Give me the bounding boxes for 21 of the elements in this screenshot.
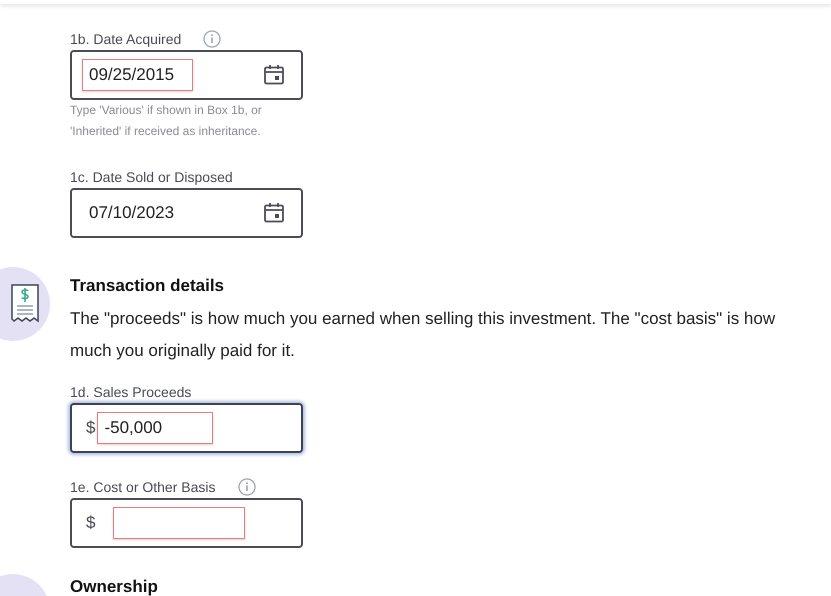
amount-field[interactable]: $ [70,498,303,548]
field-value: 07/10/2023 [89,202,174,224]
section-heading: Transaction details [70,275,225,297]
field-label: 1d. Sales Proceeds [70,382,192,402]
field-label: 1e. Cost or Other Basis [70,478,216,496]
section-heading: Ownership [70,576,158,596]
currency-symbol: $ [86,417,96,440]
field-label: 1c. Date Sold or Disposed [70,168,233,187]
currency-symbol: $ [86,512,96,534]
helper-text: Type 'Various' if shown in Box 1b, or [70,102,263,119]
field-value: 09/25/2015 [89,64,174,86]
field-label: 1b. Date Acquired [70,30,182,49]
calendar-icon[interactable] [263,64,285,86]
date-field[interactable]: 09/25/2015 [70,50,303,100]
receipt-icon [10,283,40,325]
section-description: The "proceeds" is how much you earned when selling this investment. The "cost basis" is how much you originally paid for it. [70,308,776,362]
amount-field[interactable]: $ -50,000 [70,403,303,453]
field-value: -50,000 [104,417,162,440]
date-field[interactable]: 07/10/2023 [70,188,303,238]
calendar-icon[interactable] [263,202,285,224]
helper-text: 'Inherited' if received as inheritance. [70,123,262,140]
